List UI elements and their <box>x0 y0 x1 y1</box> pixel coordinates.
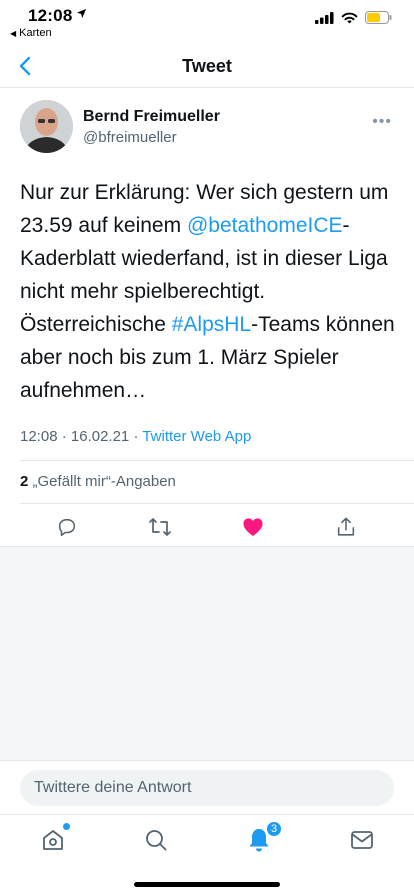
status-bar: 12:08 ◀ Karten <box>0 0 414 44</box>
home-indicator <box>134 882 280 887</box>
likes-label: „Gefällt mir“-Angaben <box>32 473 176 490</box>
nav-bar: Tweet <box>0 44 414 88</box>
share-icon[interactable] <box>332 513 360 541</box>
divider <box>20 460 414 461</box>
tweet-text: Nur zur Erklärung: Wer sich gestern um 2… <box>20 176 400 407</box>
notifications-badge: 3 <box>266 821 282 837</box>
status-time: 12:08 <box>28 6 73 25</box>
tweet-date: 16.02.21 <box>70 428 130 445</box>
divider <box>20 503 414 504</box>
reply-icon[interactable] <box>53 513 81 541</box>
signal-icon <box>315 11 334 24</box>
tab-search[interactable] <box>141 825 171 855</box>
likes-summary[interactable]: 2 „Gefällt mir“-Angaben <box>20 473 176 490</box>
home-unread-dot <box>63 823 70 830</box>
page-title: Tweet <box>182 56 232 76</box>
tab-home[interactable] <box>38 823 70 855</box>
reply-input[interactable] <box>20 770 394 806</box>
author-handle[interactable]: @bfreimueller <box>83 129 177 146</box>
avatar[interactable] <box>20 100 73 153</box>
search-icon <box>146 830 167 851</box>
hashtag-link[interactable]: #AlpsHL <box>172 313 251 336</box>
reply-bar <box>0 760 414 814</box>
likes-count: 2 <box>20 473 29 490</box>
back-app-label: Karten <box>19 27 52 39</box>
tweet-meta: 12:08 · 16.02.21 · Twitter Web App <box>20 428 252 445</box>
author-name[interactable]: Bernd Freimueller <box>83 108 220 126</box>
battery-icon <box>365 11 392 24</box>
wifi-icon <box>341 12 358 23</box>
location-arrow-icon <box>76 8 87 19</box>
retweet-icon[interactable] <box>146 513 174 541</box>
tab-notifications[interactable]: 3 <box>244 821 282 855</box>
avatar-image <box>20 100 73 153</box>
tab-messages[interactable] <box>347 825 377 855</box>
mail-icon <box>351 831 373 849</box>
empty-replies-area <box>0 546 414 760</box>
back-triangle-icon: ◀ <box>10 28 17 38</box>
tweet-source-link[interactable]: Twitter Web App <box>142 428 251 445</box>
home-icon <box>43 830 63 850</box>
like-heart-icon[interactable] <box>239 513 267 541</box>
more-options-icon[interactable]: ••• <box>372 113 392 131</box>
tweet-time: 12:08 <box>20 428 58 445</box>
back-to-app-button[interactable]: ◀ Karten <box>10 27 52 39</box>
mention-link[interactable]: @betathomeICE <box>187 214 343 237</box>
status-indicators <box>315 11 392 24</box>
